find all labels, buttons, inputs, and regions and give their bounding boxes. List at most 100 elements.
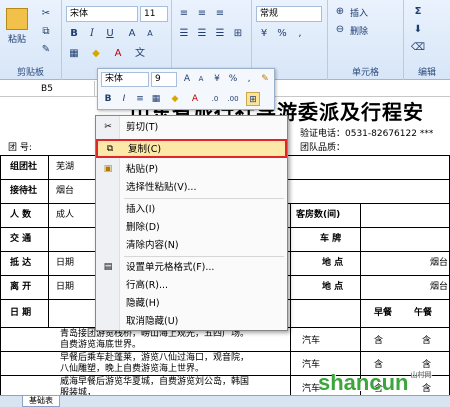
align-bottom-icon[interactable]: ≡ bbox=[212, 6, 228, 22]
copy-icon[interactable]: ⧉ bbox=[38, 24, 54, 40]
row-right-label: 车 牌 bbox=[320, 234, 342, 244]
verify-phone: 验证电话：0531-82676122 *** bbox=[300, 129, 434, 139]
insert-cells-icon[interactable]: ⊕ bbox=[332, 4, 348, 20]
align-top-icon[interactable]: ≡ bbox=[176, 6, 192, 22]
fill-color-icon[interactable]: ◆ bbox=[88, 46, 104, 62]
menu-item-row-height[interactable]: 行高(R)... bbox=[96, 277, 287, 294]
clipboard-group-label: 剪贴板 bbox=[16, 68, 44, 78]
context-menu: ✂ 剪切(T) ⧉ 复制(C) ▣ 粘贴(P) 选择性粘贴(V)... 插入(I… bbox=[95, 115, 288, 331]
align-center-icon[interactable]: ☰ bbox=[194, 26, 210, 42]
itinerary-meal: 含 bbox=[422, 336, 432, 346]
scissors-icon: ✂ bbox=[104, 122, 112, 132]
clear-icon[interactable]: ⌫ bbox=[410, 40, 426, 56]
mini-font-size-select[interactable]: 9 bbox=[151, 72, 177, 87]
font-size-select[interactable]: 11 bbox=[140, 6, 168, 22]
cut-icon[interactable]: ✂ bbox=[38, 6, 54, 22]
mini-increase-decimal-icon[interactable]: .0 bbox=[208, 92, 222, 106]
schedule-breakfast-header: 早餐 bbox=[374, 308, 393, 318]
name-box[interactable]: B5 bbox=[0, 81, 95, 97]
delete-button[interactable]: 删除 bbox=[350, 24, 368, 37]
mini-percent-icon[interactable]: % bbox=[226, 72, 240, 86]
menu-item-paste-special[interactable]: 选择性粘贴(V)... bbox=[96, 179, 287, 196]
menu-item-delete[interactable]: 删除(D) bbox=[96, 219, 287, 236]
cells-group-label: 单元格 bbox=[351, 68, 379, 78]
row-right-value: 烟台 bbox=[430, 282, 449, 292]
mini-currency-icon[interactable]: ¥ bbox=[210, 72, 224, 86]
mini-merge-icon[interactable]: ⊞ bbox=[246, 92, 260, 106]
menu-item-unhide[interactable]: 取消隐藏(U) bbox=[96, 313, 287, 330]
itinerary-text: 自费游览海底世界。 bbox=[60, 340, 142, 350]
bold-icon[interactable]: B bbox=[66, 26, 82, 42]
paste-icon bbox=[6, 8, 28, 30]
autosum-icon[interactable]: Σ bbox=[410, 4, 426, 20]
mini-borders-icon[interactable]: ▦ bbox=[149, 92, 163, 106]
row-right-value: 烟台 bbox=[430, 258, 449, 268]
menu-item-format-cells[interactable]: ▤ 设置单元格格式(F)... bbox=[96, 259, 287, 276]
menu-item-cut[interactable]: ✂ 剪切(T) bbox=[96, 119, 287, 136]
percent-icon[interactable]: % bbox=[274, 26, 290, 42]
borders-icon[interactable]: ▦ bbox=[66, 46, 82, 62]
italic-icon[interactable]: I bbox=[84, 26, 100, 42]
row-value: 日期 bbox=[56, 258, 75, 268]
delete-cells-icon[interactable]: ⊖ bbox=[332, 22, 348, 38]
align-left-icon[interactable]: ☰ bbox=[176, 26, 192, 42]
row-right-label: 客房数(间) bbox=[296, 210, 341, 220]
menu-item-hide[interactable]: 隐藏(H) bbox=[96, 295, 287, 312]
row-value: 烟台 bbox=[56, 186, 75, 196]
paste-button[interactable]: 粘贴 bbox=[2, 4, 32, 48]
edit-group-label: 编辑 bbox=[417, 68, 436, 78]
currency-icon[interactable]: ¥ bbox=[256, 26, 272, 42]
menu-item-insert[interactable]: 插入(I) bbox=[96, 201, 287, 218]
format-painter-icon[interactable]: ✎ bbox=[38, 42, 54, 58]
phonetic-icon[interactable]: 文 bbox=[132, 46, 148, 62]
insert-button[interactable]: 插入 bbox=[350, 6, 368, 19]
row-label: 抵 达 bbox=[10, 258, 32, 268]
font-name-select[interactable]: 宋体 bbox=[66, 6, 138, 22]
quality-label: 团队品质： bbox=[300, 143, 346, 153]
schedule-date-header: 日 期 bbox=[10, 308, 32, 318]
sheet-tab[interactable]: 基础表 bbox=[22, 396, 60, 407]
menu-item-clear-contents[interactable]: 清除内容(N) bbox=[96, 237, 287, 254]
comma-icon[interactable]: , bbox=[292, 26, 308, 42]
font-shrink-icon[interactable]: A bbox=[142, 26, 158, 42]
align-middle-icon[interactable]: ≡ bbox=[194, 6, 210, 22]
mini-fill-color-icon[interactable]: ◆ bbox=[168, 92, 182, 106]
group-number-label: 团 号: bbox=[8, 143, 32, 153]
font-grow-icon[interactable]: A bbox=[124, 26, 140, 42]
row-label: 接待社 bbox=[10, 186, 38, 196]
schedule-lunch-header: 午餐 bbox=[414, 308, 433, 318]
clipboard-group: 粘贴 ✂ ⧉ ✎ 剪贴板 bbox=[0, 0, 62, 80]
menu-item-paste[interactable]: ▣ 粘贴(P) bbox=[96, 161, 287, 178]
menu-item-copy[interactable]: ⧉ 复制(C) bbox=[96, 139, 287, 158]
mini-italic-icon[interactable]: I bbox=[117, 92, 131, 106]
mini-font-color-icon[interactable]: A bbox=[188, 92, 202, 106]
mini-grow-font-icon[interactable]: A bbox=[180, 72, 194, 86]
mini-decrease-decimal-icon[interactable]: .00 bbox=[226, 92, 240, 106]
mini-font-name-select[interactable]: 宋体 bbox=[101, 72, 149, 87]
cells-group: ⊕ 插入 ⊖ 删除 单元格 bbox=[328, 0, 404, 80]
mini-comma-icon[interactable]: , bbox=[242, 72, 256, 86]
row-value: 日期 bbox=[56, 282, 75, 292]
copy-icon: ⧉ bbox=[106, 144, 114, 154]
underline-icon[interactable]: U bbox=[102, 26, 118, 42]
itinerary-transport: 汽车 bbox=[302, 336, 321, 346]
align-right-icon[interactable]: ☰ bbox=[212, 26, 228, 42]
mini-align-center-icon[interactable]: ≡ bbox=[133, 92, 147, 106]
itinerary-meal: 含 bbox=[374, 336, 384, 346]
itinerary-text: 八仙雕塑，晚上自费游览海上世界。 bbox=[60, 364, 205, 374]
font-color-icon[interactable]: A bbox=[110, 46, 126, 62]
merge-center-icon[interactable]: ⊞ bbox=[230, 26, 246, 42]
mini-shrink-font-icon[interactable]: A bbox=[194, 72, 208, 86]
mini-toolbar: 宋体 9 A A ¥ % , ✎ B I ≡ ▦ ◆ A .0 .00 ⊞ bbox=[97, 68, 275, 110]
row-label: 组团社 bbox=[10, 162, 38, 172]
row-label: 人 数 bbox=[10, 210, 32, 220]
fill-icon[interactable]: ⬇ bbox=[410, 22, 426, 38]
row-value: 成人 bbox=[56, 210, 75, 220]
mini-format-painter-icon[interactable]: ✎ bbox=[258, 72, 272, 86]
number-format-select[interactable]: 常规 bbox=[256, 6, 322, 22]
paste-icon: ▣ bbox=[103, 164, 113, 174]
itinerary-text: 服装城， bbox=[60, 388, 97, 395]
row-right-label: 地 点 bbox=[322, 258, 344, 268]
mini-bold-icon[interactable]: B bbox=[101, 92, 115, 106]
row-label: 交 通 bbox=[10, 234, 32, 244]
